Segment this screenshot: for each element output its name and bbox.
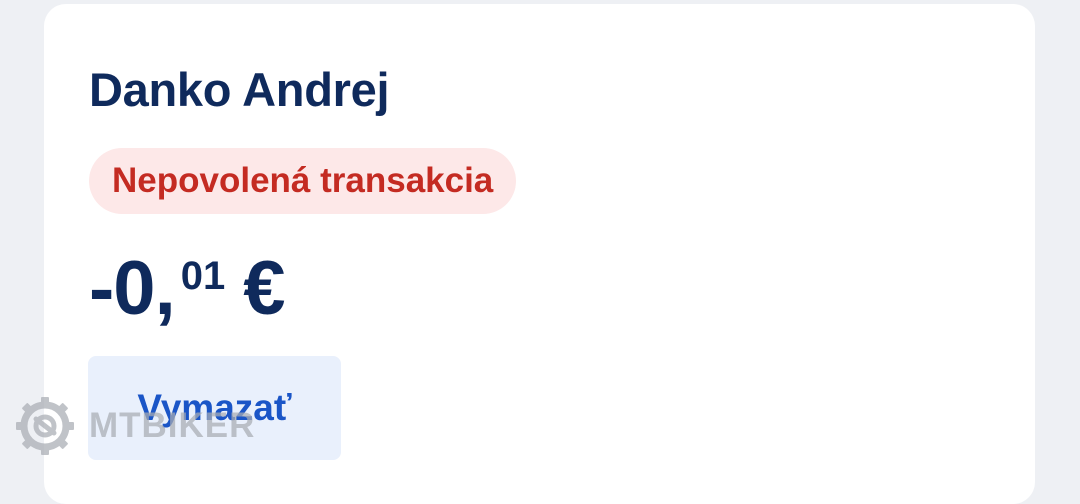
delete-button[interactable]: Vymazať [88,356,341,460]
transaction-card: Danko Andrej Nepovolená transakcia -0, 0… [44,4,1035,504]
delete-button-label: Vymazať [137,387,292,428]
status-badge: Nepovolená transakcia [89,148,517,214]
transaction-amount: -0, 01 € [89,244,285,334]
currency-symbol: € [243,246,286,331]
amount-cents: 01 [180,254,226,298]
payee-name: Danko Andrej [89,63,390,116]
amount-main: -0, [89,246,176,331]
